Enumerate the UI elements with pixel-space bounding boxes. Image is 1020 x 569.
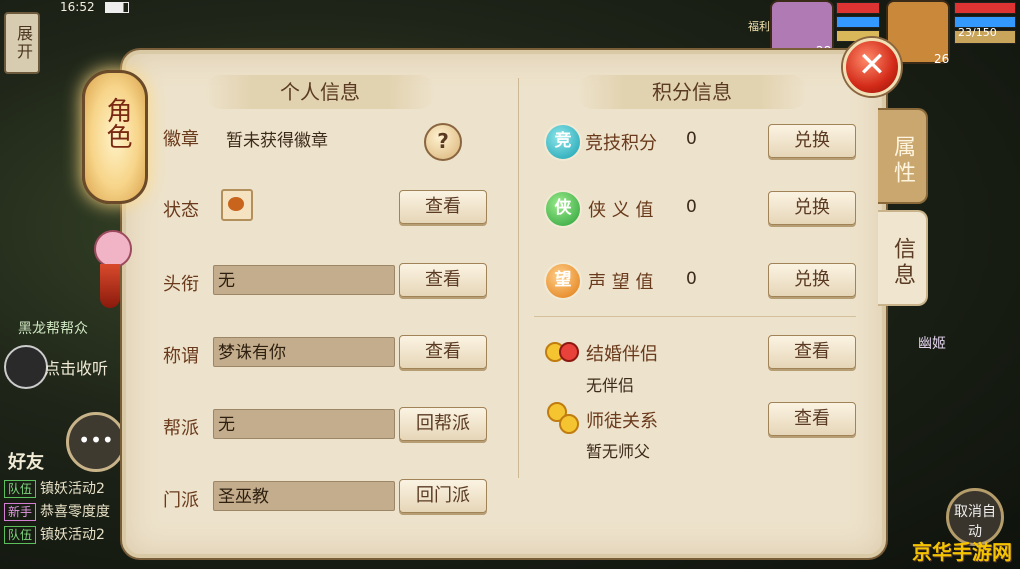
rank-label: 头衔 [163,274,199,295]
column-divider [518,78,519,478]
marriage-label: 结婚伴侣 [586,344,658,365]
welfare-label[interactable]: 福利 [748,18,770,34]
listen-label[interactable]: 点击收听 [44,355,108,379]
chat-tag: 队伍 [4,480,37,498]
chat-line: 新手 恭喜零度度 [4,501,110,524]
chicken-leg-icon[interactable] [221,189,253,221]
return-guild-button[interactable]: 回帮派 [399,407,487,441]
charm-icon [94,230,132,268]
chat-feed: 队伍 镇妖活动2 新手 恭喜零度度 队伍 镇妖活动2 [4,478,110,547]
chat-tag: 新手 [4,503,37,521]
battery-icon [104,1,129,13]
chat-icon[interactable]: ••• [66,412,126,472]
appellation-view-button[interactable]: 查看 [399,335,487,369]
chat-text: 镇妖活动2 [40,481,105,497]
chat-line: 队伍 镇妖活动2 [4,478,110,501]
chivalry-value: 0 [686,197,697,217]
chivalry-exchange-button[interactable]: 兑换 [768,191,856,225]
play-icon[interactable] [4,345,48,389]
arena-value: 0 [686,129,697,149]
chat-line: 队伍 镇妖活动2 [4,524,110,547]
prestige-value: 0 [686,269,697,289]
expand-button[interactable]: 展开 [4,12,40,74]
tab-attributes[interactable]: 属性 [878,108,928,204]
mentor-label: 师徒关系 [586,411,658,432]
party-bars-2 [954,2,1016,46]
chivalry-label: 侠 义 值 [588,200,654,221]
badge-value: 暂未获得徽章 [226,131,328,151]
guild-label: 帮派 [163,418,199,439]
mentor-icon [545,402,579,434]
tassel-icon [100,264,120,308]
arena-label: 竞技积分 [585,133,657,154]
close-icon[interactable]: ✕ [843,38,901,96]
guild-field: 无 [213,409,395,439]
device-status-bar: 16:52 [60,0,129,14]
marriage-view-button[interactable]: 查看 [768,335,856,369]
prestige-icon: 望 [544,262,582,300]
lantern-title: 角色 [82,70,148,204]
rank-view-button[interactable]: 查看 [399,263,487,297]
tab-info[interactable]: 信息 [878,210,928,306]
status-label: 状态 [163,200,199,221]
appellation-field: 梦诛有你 [213,337,395,367]
watermark: 京华手游网 [912,540,1012,564]
section-separator [534,316,856,317]
party-counter: 23/150 [958,26,997,39]
personal-info-title: 个人信息 [205,75,435,109]
mentor-view-button[interactable]: 查看 [768,402,856,436]
return-sect-button[interactable]: 回门派 [399,479,487,513]
marriage-value: 无伴侣 [586,376,635,395]
status-view-button[interactable]: 查看 [399,190,487,224]
badge-label: 徽章 [163,129,199,150]
sect-label: 门派 [163,490,199,511]
sect-field: 圣巫教 [213,481,395,511]
lantern-label: 角色 [102,97,132,149]
clock: 16:52 [60,0,95,14]
party-level-2: 26 [934,52,950,66]
npc-name-right: 幽姬 [918,336,946,352]
question-icon[interactable]: ? [424,123,462,161]
prestige-exchange-button[interactable]: 兑换 [768,263,856,297]
chivalry-icon: 侠 [544,190,582,228]
chat-text: 镇妖活动2 [40,527,105,543]
arena-icon: 竞 [544,123,582,161]
points-info-title: 积分信息 [577,75,807,109]
rank-field: 无 [213,265,395,295]
mentor-value: 暂无师父 [586,442,651,461]
prestige-label: 声 望 值 [588,272,654,293]
npc-name-left: 黑龙帮帮众 [18,321,88,337]
friends-label[interactable]: 好友 [8,448,44,474]
chat-tag: 队伍 [4,526,37,544]
marriage-rings-icon [545,338,579,368]
arena-exchange-button[interactable]: 兑换 [768,124,856,158]
chat-text: 恭喜零度度 [40,504,111,520]
appellation-label: 称谓 [163,346,199,367]
